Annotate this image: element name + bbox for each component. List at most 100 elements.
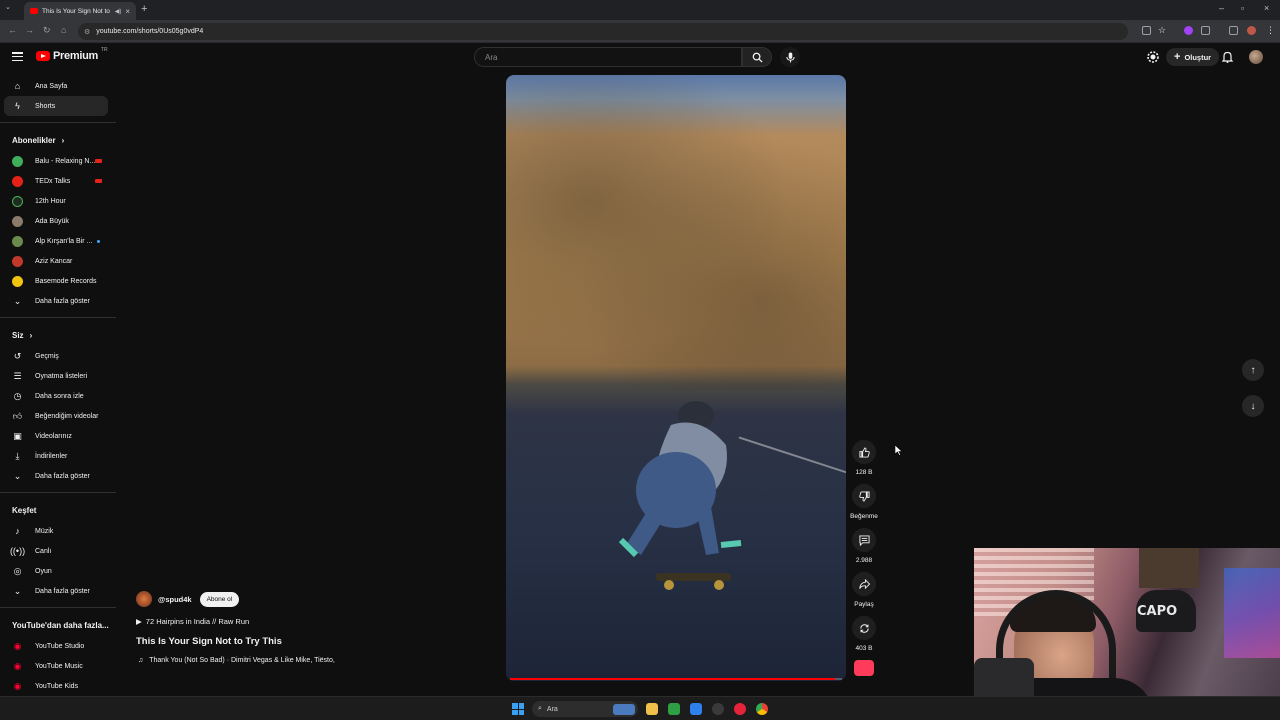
channel-name: Aziz Kancar [35,257,73,265]
show-more-you[interactable]: ⌄ Daha fazla göster [0,466,116,486]
forward-icon[interactable]: → [25,25,34,35]
sidebar-item-label: Ana Sayfa [35,82,68,90]
share-label: Paylaş [854,601,874,608]
create-button[interactable]: + Oluştur [1166,48,1220,66]
sidebar-item-downloads[interactable]: ⤓ İndirilenler [0,446,116,466]
chrome-menu-icon[interactable]: ⋮ [1266,25,1275,36]
sidebar-item-live[interactable]: ((•)) Canlı [0,541,116,561]
channel-avatar[interactable] [136,591,152,607]
sidebar-item-history[interactable]: ↺ Geçmiş [0,346,116,366]
playlist-link[interactable]: ▶ 72 Hairpins in India // Raw Run [136,617,249,626]
sidebar-item-youtube-studio[interactable]: ◉ YouTube Studio [0,636,116,656]
app-icon-red[interactable] [734,703,746,715]
sidebar-item-music[interactable]: ♪ Müzik [0,521,116,541]
extensions-puzzle-icon[interactable] [1201,26,1210,35]
audio-track-thumbnail[interactable] [854,660,874,676]
reading-list-icon[interactable] [1229,26,1238,35]
app-icon-blue[interactable] [690,703,702,715]
address-bar[interactable]: ⚙ youtube.com/shorts/0Us05g0vdP4 [78,23,1128,40]
voice-search-button[interactable] [780,47,800,67]
more-from-youtube-title: YouTube'dan daha fazla... [0,614,116,636]
play-icon: ▶ [136,617,142,626]
browser-tab-active[interactable]: This Is Your Sign Not to Try ◀) × [24,2,136,20]
search-button[interactable] [742,47,772,67]
channel-handle[interactable]: @spud4k [158,595,192,604]
account-avatar[interactable] [1249,50,1263,64]
subscription-item[interactable]: Alp Kırşan'la Bir ... [0,231,116,251]
like-button[interactable] [852,440,876,464]
next-short-button[interactable]: ↓ [1242,395,1264,417]
steam-icon[interactable] [712,703,724,715]
you-label: Siz [12,330,24,340]
channel-avatar [12,175,23,187]
sidebar-item-watch-later[interactable]: ◷ Daha sonra izle [0,386,116,406]
channel-avatar [12,275,23,287]
site-info-icon[interactable]: ⚙ [84,28,90,36]
reload-icon[interactable]: ↻ [43,25,51,36]
menu-icon[interactable] [12,52,23,61]
sidebar-item-youtube-kids[interactable]: ◉ YouTube Kids [0,676,116,696]
dislike-button[interactable] [852,484,876,508]
show-more-explore[interactable]: ⌄ Daha fazla göster [0,581,116,601]
youtube-play-icon [36,51,50,61]
subscription-item[interactable]: Basemode Records [0,271,116,291]
sidebar-item-label: YouTube Studio [35,642,85,650]
back-icon[interactable]: ← [8,25,17,35]
music-link[interactable]: ♫ Thank You (Not So Bad) · Dimitri Vegas… [138,657,335,664]
subscription-item[interactable]: Aziz Kancar [0,251,116,271]
channel-avatar [12,255,23,267]
chrome-icon[interactable] [756,703,768,715]
show-more-subscriptions[interactable]: ⌄ Daha fazla göster [0,291,116,311]
tab-list-icon[interactable]: ⌄ [5,3,11,11]
sidebar-item-label: Oyun [35,567,52,575]
home-icon: ⌂ [14,81,21,91]
window-close-icon[interactable]: × [1264,3,1269,13]
subscriptions-title[interactable]: Abonelikler › [0,129,116,151]
notifications-bell-icon[interactable] [1222,51,1233,63]
remix-button[interactable] [852,616,876,640]
subscription-item[interactable]: Balu - Relaxing N... [0,151,116,171]
sidebar-item-label: Geçmiş [35,352,59,360]
share-button[interactable] [852,572,876,596]
maximize-icon[interactable]: ▫ [1241,3,1244,13]
you-title[interactable]: Siz › [0,324,116,346]
live-icon: ((•)) [9,546,26,556]
subscription-item[interactable]: Ada Büyük [0,211,116,231]
subscription-item[interactable]: TEDx Talks [0,171,116,191]
sidebar-item-home[interactable]: ⌂ Ana Sayfa [0,76,116,96]
file-explorer-icon[interactable] [646,703,658,715]
sidebar: ⌂ Ana Sayfa ϟ Shorts Abonelikler › Balu … [0,76,116,696]
minimize-icon[interactable]: – [1219,3,1224,13]
new-tab-button[interactable]: + [141,3,147,15]
taskbar-search[interactable]: ⌕ Ara [532,701,638,717]
search-input[interactable]: Ara [474,47,742,67]
bookmark-star-icon[interactable]: ☆ [1158,25,1166,36]
sidebar-item-your-videos[interactable]: ▣ Videolarınız [0,426,116,446]
app-icon-green[interactable] [668,703,680,715]
sidebar-item-liked[interactable]: 👍︎ Beğendiğim videolar [0,406,116,426]
home-button-icon[interactable]: ⌂ [61,25,66,35]
logo-region: TR [100,47,108,53]
sidebar-item-playlists[interactable]: ☰ Oynatma listeleri [0,366,116,386]
microphone-icon [785,52,795,62]
subscribe-button[interactable]: Abone ol [199,591,240,607]
sidebar-item-gaming[interactable]: ◎ Oyun [0,561,116,581]
sidebar-item-shorts[interactable]: ϟ Shorts [4,96,108,116]
tab-audio-icon[interactable]: ◀) [115,8,122,15]
previous-short-button[interactable]: ↑ [1242,359,1264,381]
video-progress-bar[interactable] [510,678,842,680]
comments-button[interactable] [852,528,876,552]
extension-icon[interactable] [1184,26,1193,35]
cast-icon[interactable] [1142,26,1151,35]
tab-close-icon[interactable]: × [125,7,130,16]
youtube-studio-icon: ◉ [13,640,22,651]
windows-start-icon[interactable] [512,703,524,715]
short-video-player[interactable] [506,75,846,681]
youtube-logo[interactable]: Premium TR [36,47,108,62]
profile-icon[interactable] [1247,26,1256,35]
subscription-item[interactable]: 12th Hour [0,191,116,211]
playlist-title: 72 Hairpins in India // Raw Run [145,617,250,626]
cast-settings-icon[interactable] [1147,51,1159,63]
sidebar-item-label: Daha sonra izle [35,392,84,400]
sidebar-item-youtube-music[interactable]: ◉ YouTube Music [0,656,116,676]
